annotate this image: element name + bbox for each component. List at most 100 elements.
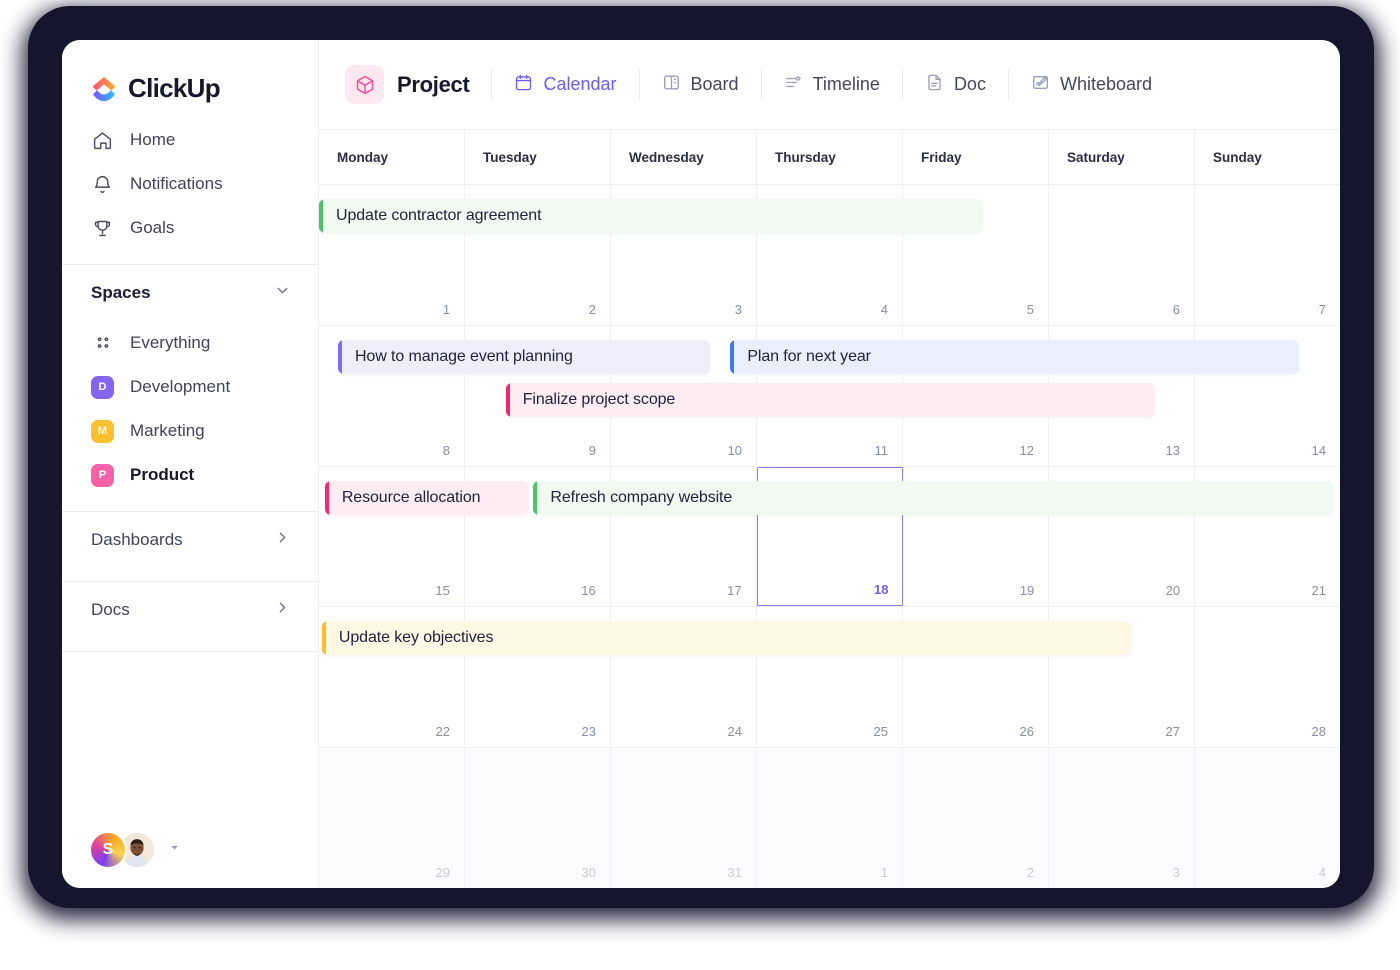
calendar-day-cell[interactable]: 29 [319,748,465,888]
tab-timeline[interactable]: Timeline [762,65,902,105]
event-title: Finalize project scope [510,391,676,409]
primary-nav: Home Notifications [62,112,318,250]
day-number: 24 [728,724,742,739]
calendar-dow-tuesday: Tuesday [465,130,611,184]
spaces-list: Everything D Development M Marketing P P… [62,321,318,497]
tab-whiteboard[interactable]: Whiteboard [1009,65,1174,105]
day-number: 23 [582,724,596,739]
day-number: 6 [1173,302,1180,317]
day-number: 4 [1319,865,1326,880]
sidebar-item-label: Dashboards [91,530,183,550]
sidebar-item-goals[interactable]: Goals [62,206,318,250]
event-title: Refresh company website [537,489,732,507]
day-number: 9 [589,443,596,458]
day-number: 19 [1020,583,1034,598]
space-label: Product [130,465,194,485]
event-title: Resource allocation [329,489,481,507]
sidebar: ClickUp Home [62,40,319,888]
tab-label: Whiteboard [1060,74,1152,95]
sidebar-item-marketing[interactable]: M Marketing [62,409,318,453]
calendar-dow-saturday: Saturday [1049,130,1195,184]
bell-icon [91,173,113,195]
device-frame: ClickUp Home [0,0,1400,970]
calendar-event[interactable]: Plan for next year [730,340,1299,374]
tab-calendar[interactable]: Calendar [492,65,638,105]
avatar[interactable]: S [89,831,127,869]
spaces-header[interactable]: Spaces [62,265,318,321]
calendar-day-cell[interactable]: 2 [903,748,1049,888]
day-number: 29 [436,865,450,880]
calendar-dow-monday: Monday [319,130,465,184]
week-cells: 29 30 31 1 2 3 4 [319,748,1340,888]
view-toolbar: Project Calendar [319,40,1340,130]
calendar-week-row: 15161718192021Resource allocationRefresh… [319,467,1340,608]
chevron-right-icon[interactable] [274,529,291,551]
app-logo[interactable]: ClickUp [62,40,318,112]
calendar-week-row: 29 30 31 1 2 3 4 [319,748,1340,888]
board-icon [662,73,681,97]
sidebar-item-dashboards[interactable]: Dashboards [62,512,318,567]
day-number: 1 [443,302,450,317]
calendar-day-cell[interactable]: 31 [611,748,757,888]
calendar-view: MondayTuesdayWednesdayThursdayFridaySatu… [319,130,1340,888]
project-title-chip[interactable]: Project [345,65,491,104]
day-number: 18 [874,582,888,597]
sidebar-item-home[interactable]: Home [62,118,318,162]
calendar-weeks: 1234567Update contractor agreement891011… [319,185,1340,888]
space-badge: M [91,420,114,443]
calendar-event[interactable]: Refresh company website [533,481,1332,515]
calendar-week-row: 891011121314How to manage event planning… [319,326,1340,467]
day-number: 12 [1020,443,1034,458]
calendar-week-row: 1234567Update contractor agreement [319,185,1340,326]
tab-board[interactable]: Board [640,65,761,105]
sidebar-item-notifications[interactable]: Notifications [62,162,318,206]
space-label: Development [130,377,230,397]
day-number: 3 [1173,865,1180,880]
event-title: Update contractor agreement [323,207,541,225]
sidebar-footer: S [62,812,318,888]
calendar-day-cell[interactable]: 7 [1195,185,1340,325]
calendar-event[interactable]: Update contractor agreement [319,199,983,233]
home-icon [91,129,113,151]
tab-label: Calendar [543,74,616,95]
day-number: 21 [1312,583,1326,598]
tab-doc[interactable]: Doc [903,65,1008,105]
day-number: 2 [1027,865,1034,880]
sidebar-item-everything[interactable]: Everything [62,321,318,365]
main-content: Project Calendar [319,40,1340,888]
sidebar-item-label: Docs [91,600,130,620]
page-title: Project [397,72,469,98]
sidebar-item-development[interactable]: D Development [62,365,318,409]
space-label: Marketing [130,421,205,441]
calendar-day-cell[interactable]: 28 [1195,607,1340,747]
calendar-event[interactable]: Resource allocation [325,481,529,515]
day-number: 8 [443,443,450,458]
calendar-event[interactable]: How to manage event planning [338,340,710,374]
chevron-right-icon[interactable] [274,599,291,621]
day-number: 30 [582,865,596,880]
chevron-down-icon[interactable] [168,841,181,859]
doc-icon [925,73,944,97]
day-number: 31 [728,865,742,880]
spaces-header-label: Spaces [91,283,151,303]
calendar-day-cell[interactable]: 1 [757,748,903,888]
calendar-day-cell[interactable]: 6 [1049,185,1195,325]
calendar-day-cell[interactable]: 4 [1195,748,1340,888]
calendar-day-cell[interactable]: 30 [465,748,611,888]
chevron-down-icon[interactable] [274,282,291,304]
calendar-day-cell[interactable]: 3 [1049,748,1195,888]
tab-label: Board [691,74,739,95]
sidebar-item-docs[interactable]: Docs [62,582,318,637]
app-window: ClickUp Home [62,40,1340,888]
calendar-event[interactable]: Update key objectives [322,621,1132,655]
space-label: Everything [130,333,210,353]
day-number: 20 [1166,583,1180,598]
day-number: 10 [728,443,742,458]
day-number: 27 [1166,724,1180,739]
calendar-dow-thursday: Thursday [757,130,903,184]
day-number: 4 [881,302,888,317]
day-number: 16 [581,583,595,598]
sidebar-item-product[interactable]: P Product [62,453,318,497]
sidebar-item-label: Home [130,130,175,150]
calendar-event[interactable]: Finalize project scope [506,383,1155,417]
